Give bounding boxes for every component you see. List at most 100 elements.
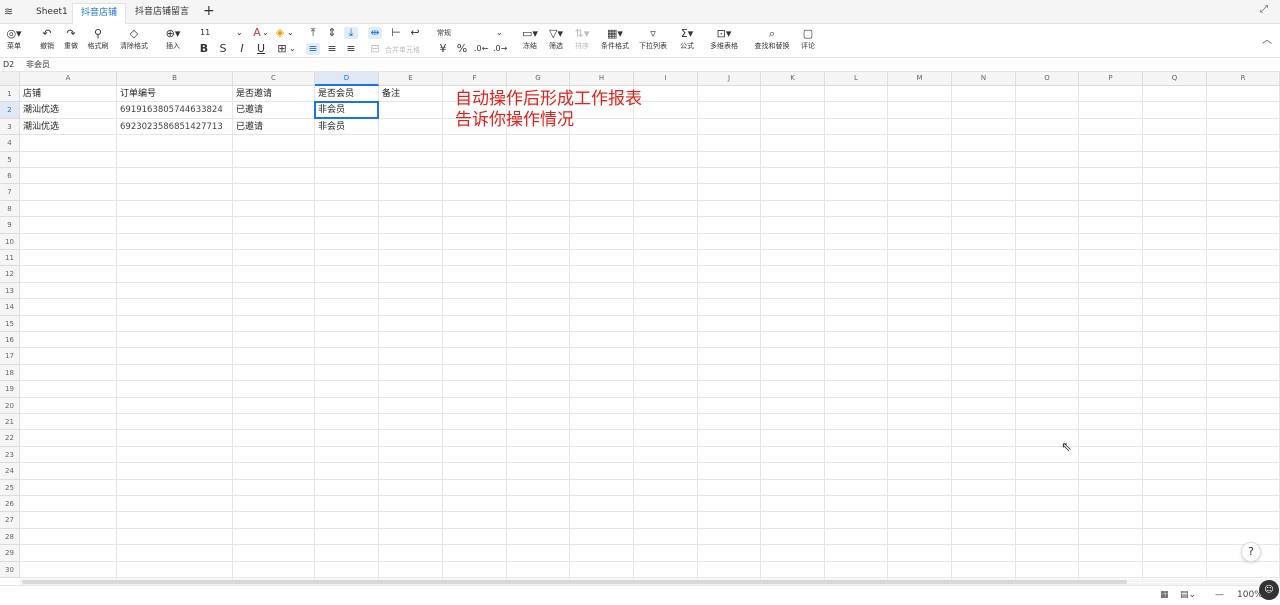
column-header-a[interactable]: A [20, 72, 117, 86]
chevron-down-icon[interactable]: ⌄ [496, 28, 503, 38]
layers-icon[interactable]: ≋ [4, 5, 13, 18]
align-bottom-icon[interactable]: ⤓ [344, 27, 358, 39]
column-header-r[interactable]: R [1207, 72, 1280, 86]
align-middle-icon[interactable]: ⇕ [325, 27, 339, 39]
increase-decimal-icon[interactable]: .0→ [493, 43, 507, 55]
cell[interactable]: 备注 [379, 86, 442, 102]
cell[interactable]: 已邀请 [233, 102, 314, 118]
cell[interactable]: 6923023586851427713 [117, 119, 232, 135]
row-header[interactable]: 4 [0, 135, 20, 152]
zoom-out-icon[interactable]: — [1215, 590, 1224, 600]
row-header[interactable]: 15 [0, 315, 20, 332]
column-header-n[interactable]: N [952, 72, 1016, 86]
comment-button[interactable]: ▢ 评论 [798, 27, 818, 51]
column-header-f[interactable]: F [443, 72, 507, 86]
row-header[interactable]: 26 [0, 496, 20, 513]
align-right-icon[interactable]: ≡ [344, 43, 358, 55]
decrease-decimal-icon[interactable]: .0← [474, 43, 488, 55]
fill-color-icon[interactable]: ◈ [273, 27, 287, 39]
row-header[interactable]: 9 [0, 217, 20, 234]
cell[interactable]: 潮汕优选 [20, 102, 116, 118]
format-painter-button[interactable]: ⚲ 格式刷 [86, 27, 110, 51]
tab-douyin-store-message[interactable]: 抖音店铺留言 [127, 3, 197, 24]
tab-douyin-store[interactable]: 抖音店铺 [72, 3, 127, 24]
chevron-down-icon[interactable]: ⌄ [287, 28, 294, 38]
column-header-p[interactable]: P [1079, 72, 1143, 86]
row-header[interactable]: 2 [0, 102, 20, 119]
italic-button[interactable]: I [235, 43, 249, 55]
column-header-d[interactable]: D [315, 72, 379, 86]
cell[interactable]: 是否邀请 [233, 86, 314, 102]
row-header[interactable]: 23 [0, 446, 20, 464]
spreadsheet-grid[interactable]: A B C D E F G H I J K L M N O P Q R 1 2 3 4 5 6 7 8 9 10 11 12 13 14 15 1… [0, 72, 1280, 579]
column-header-b[interactable]: B [117, 72, 233, 86]
chat-icon[interactable]: ☺ [1259, 580, 1279, 600]
merge-cells-icon[interactable]: ⊟ [368, 43, 382, 55]
cell[interactable] [379, 119, 442, 135]
column-header-h[interactable]: H [570, 72, 634, 86]
chevron-down-icon[interactable]: ⌄ [262, 28, 269, 38]
align-center-icon[interactable]: ≡ [325, 43, 339, 55]
number-format-select[interactable]: 常规 [437, 28, 451, 38]
underline-button[interactable]: U [254, 43, 268, 55]
conditional-format-button[interactable]: ▦▾ 条件格式 [599, 27, 631, 51]
help-icon[interactable]: ? [1241, 542, 1261, 562]
insert-button[interactable]: ⊕▾ 插入 [162, 27, 184, 51]
row-header[interactable]: 22 [0, 430, 20, 447]
row-header[interactable]: 12 [0, 266, 20, 283]
column-header-j[interactable]: J [698, 72, 761, 86]
cell[interactable]: 6919163805744633824 [117, 102, 232, 118]
row-header[interactable]: 1 [0, 86, 20, 103]
undo-button[interactable]: ↶ 撤销 [38, 27, 56, 51]
cell[interactable]: 非会员 [315, 119, 378, 135]
row-header[interactable]: 19 [0, 381, 20, 398]
column-header-k[interactable]: K [761, 72, 825, 86]
row-header[interactable]: 21 [0, 414, 20, 431]
column-header-l[interactable]: L [825, 72, 888, 86]
row-header[interactable]: 16 [0, 332, 20, 349]
select-all-corner[interactable] [0, 72, 20, 86]
cell[interactable]: 是否会员 [315, 86, 378, 102]
formula-button[interactable]: Σ▾ 公式 [676, 27, 698, 51]
column-header-q[interactable]: Q [1143, 72, 1207, 86]
menu-button[interactable]: ◎▾ 菜单 [4, 27, 24, 51]
strikethrough-button[interactable]: S [216, 43, 230, 55]
row-header[interactable]: 6 [0, 168, 20, 185]
bold-button[interactable]: B [197, 43, 211, 55]
row-header[interactable]: 13 [0, 282, 20, 300]
collapse-toolbar-icon[interactable]: ︿ [1262, 31, 1272, 46]
chevron-down-icon[interactable]: ⌄ [289, 44, 296, 54]
column-header-g[interactable]: G [507, 72, 570, 86]
row-header[interactable]: 7 [0, 184, 20, 201]
column-header-c[interactable]: C [233, 72, 315, 86]
cell[interactable]: 店铺 [20, 86, 116, 102]
percent-button[interactable]: % [455, 43, 469, 55]
cell-reference[interactable]: D2 [3, 58, 14, 71]
row-header[interactable]: 24 [0, 463, 20, 480]
sort-button[interactable]: ⇅▾ 排序 [572, 27, 592, 51]
row-header[interactable]: 29 [0, 545, 20, 562]
add-sheet-button[interactable]: + [203, 3, 215, 19]
row-header[interactable]: 30 [0, 561, 20, 578]
cell[interactable]: 订单编号 [117, 86, 232, 102]
cell[interactable] [379, 102, 442, 118]
border-icon[interactable]: ⊞ [275, 43, 289, 55]
text-wrap-icon[interactable]: ↩ [408, 27, 422, 39]
row-header[interactable]: 14 [0, 299, 20, 316]
align-left-icon[interactable]: ≡ [306, 43, 320, 55]
row-header[interactable]: 28 [0, 528, 20, 546]
cell[interactable]: 已邀请 [233, 119, 314, 135]
text-clip-icon[interactable]: ⊢ [389, 27, 403, 39]
column-header-m[interactable]: M [888, 72, 952, 86]
row-header[interactable]: 27 [0, 512, 20, 529]
text-overflow-icon[interactable]: ⇹ [368, 27, 382, 39]
currency-button[interactable]: ¥ [436, 43, 450, 55]
chevron-down-icon[interactable]: ⌄ [236, 28, 243, 38]
row-header[interactable]: 10 [0, 233, 20, 250]
scrollbar-thumb[interactable] [22, 580, 1127, 584]
align-top-icon[interactable]: ⤒ [306, 27, 320, 39]
row-header[interactable]: 5 [0, 151, 20, 168]
find-replace-button[interactable]: ⌕ 查找和替换 [752, 27, 792, 51]
merge-cells-button[interactable]: 合并单元格 [385, 45, 420, 55]
tab-sheet1[interactable]: Sheet1 [28, 3, 76, 24]
